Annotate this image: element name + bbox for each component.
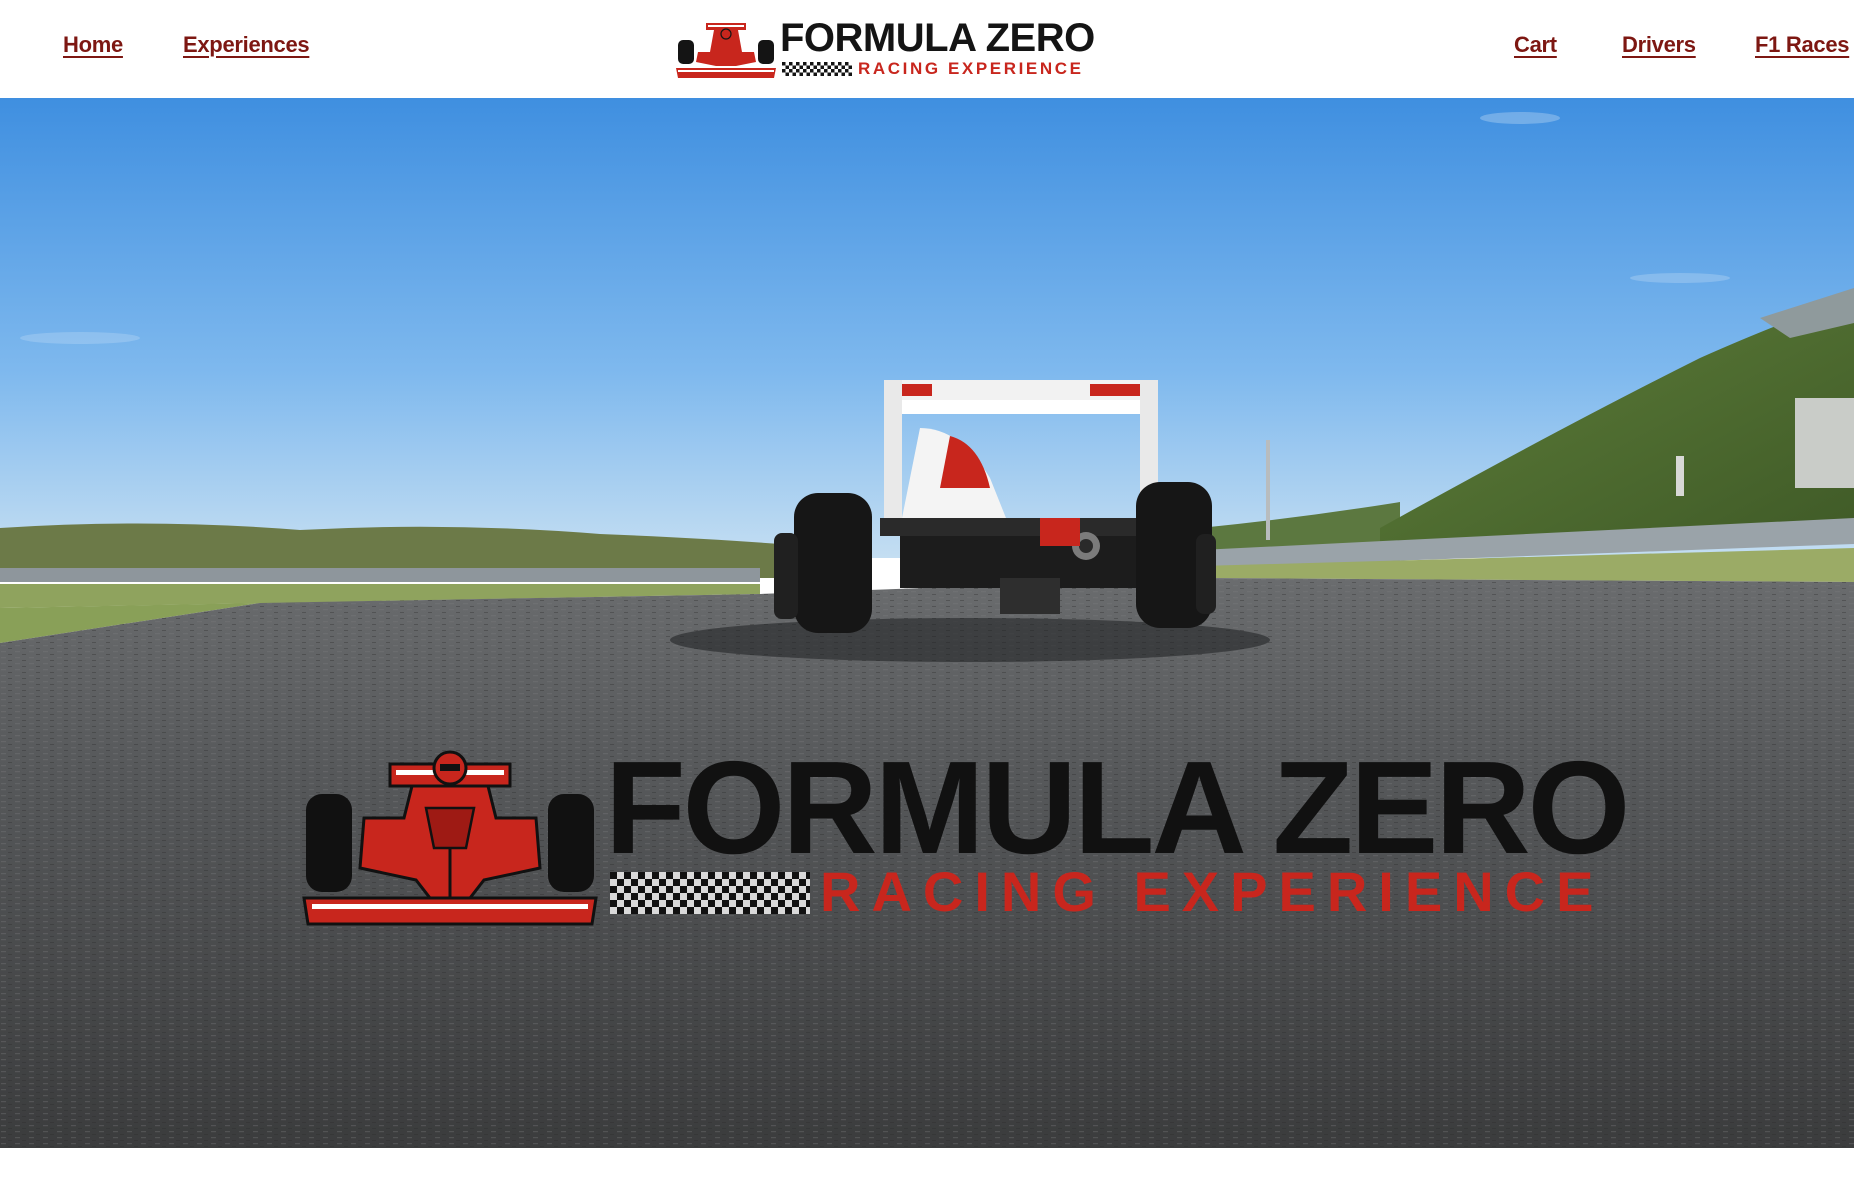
nav-link-home[interactable]: Home <box>63 32 123 58</box>
site-logo[interactable]: FORMULA ZERO RACING EXPERIENCE <box>674 16 1110 82</box>
nav-link-f1-races[interactable]: F1 Races <box>1755 32 1850 58</box>
hero-logo: FORMULA ZERO RACING EXPERIENCE <box>300 742 1630 938</box>
nav-link-experiences[interactable]: Experiences <box>183 32 310 58</box>
page-below-hero <box>0 1148 1854 1204</box>
nav-link-drivers[interactable]: Drivers <box>1622 32 1696 58</box>
formula-car-icon <box>676 23 776 78</box>
race-track-photo <box>0 98 1854 1148</box>
nav-link-cart[interactable]: Cart <box>1514 32 1557 58</box>
hero-section: FORMULA ZERO RACING EXPERIENCE <box>0 98 1854 1148</box>
logo-subtitle: RACING EXPERIENCE <box>858 59 1084 78</box>
hero-logo-subtitle: RACING EXPERIENCE <box>820 860 1605 923</box>
checkered-flag-icon <box>782 62 852 76</box>
site-header: Home Experiences FORMULA ZERO RACING EXP… <box>0 0 1854 98</box>
checkered-flag-icon <box>610 872 810 914</box>
logo-title: FORMULA ZERO <box>780 16 1095 60</box>
hero-logo-title: FORMULA ZERO <box>605 734 1630 881</box>
formula-car-icon <box>302 750 598 926</box>
